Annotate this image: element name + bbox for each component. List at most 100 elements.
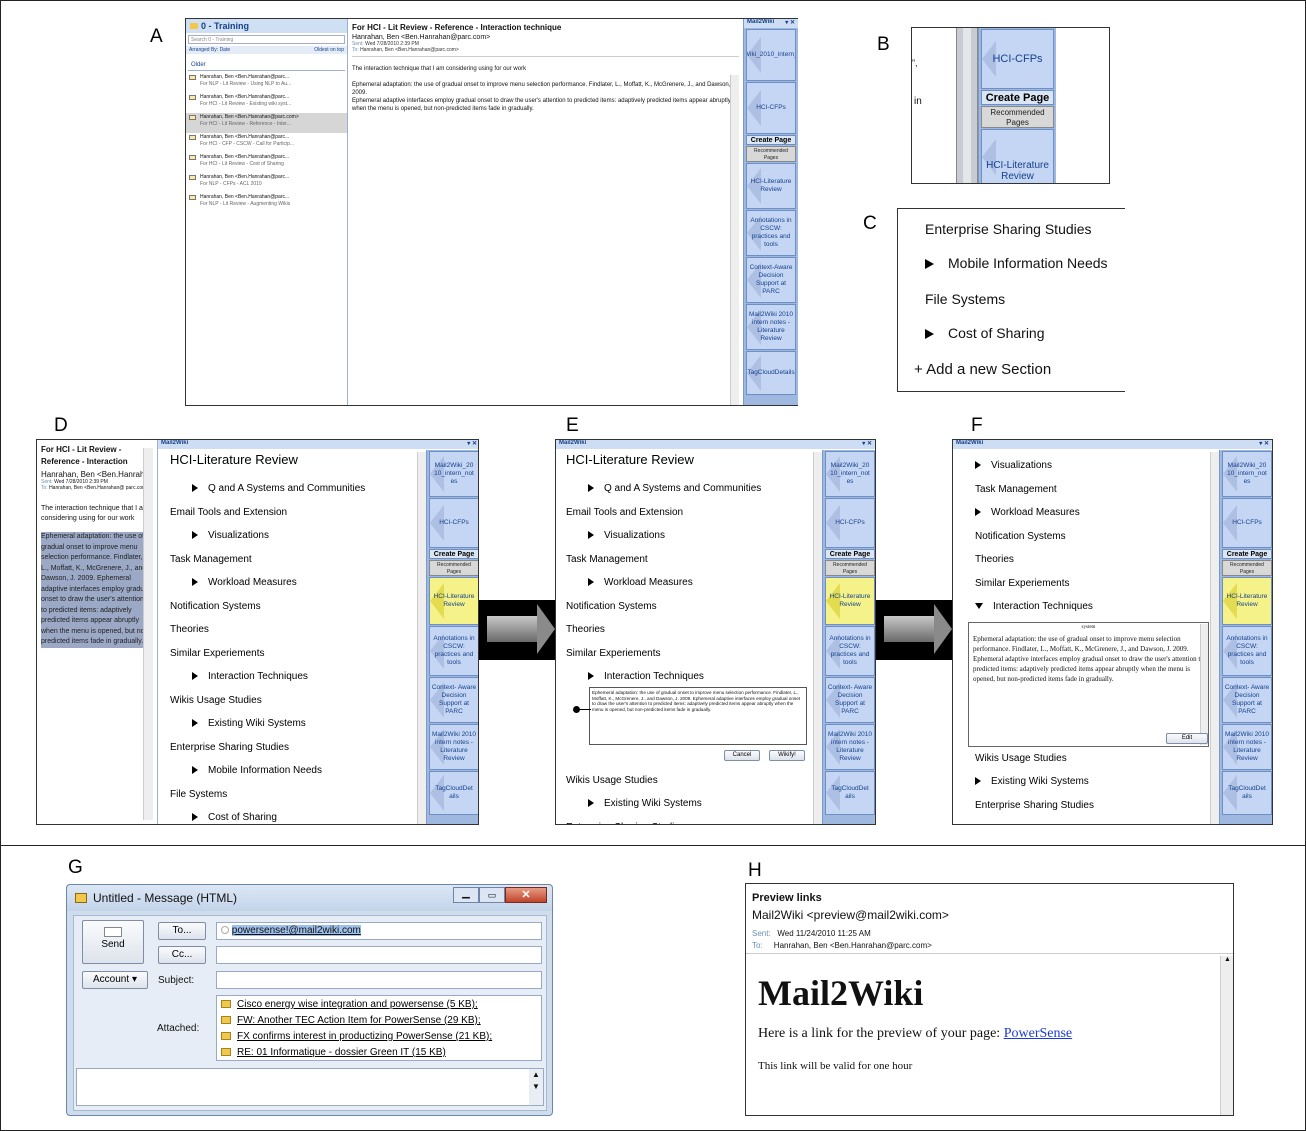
list-item[interactable]: Hanrahan, Ben <Ben.Hanrahan@parc... For H…	[186, 133, 347, 153]
wiki-section[interactable]: Workload Measures	[975, 501, 1205, 525]
sidebar-tile[interactable]: TagCloudDet ails	[1222, 771, 1272, 815]
wiki-section[interactable]: Notification Systems	[170, 595, 420, 619]
add-section-link[interactable]: + Add a new Section	[914, 361, 1051, 378]
cancel-button[interactable]: Cancel	[724, 750, 760, 761]
close-icon[interactable]: ▾ ✕	[467, 440, 477, 449]
attachment-item[interactable]: RE: 01 Informatique - dossier Green IT (…	[221, 1045, 537, 1061]
recommended-pages-button[interactable]: Recommended Pages	[429, 560, 478, 576]
expand-triangle-icon[interactable]	[975, 508, 981, 517]
wiki-section[interactable]: Wikis Usage Studies	[170, 689, 420, 713]
create-page-button[interactable]: Create Page	[981, 90, 1054, 105]
recommended-pages-button[interactable]: Recommended Pages	[1222, 560, 1272, 576]
wiki-section[interactable]: Cost of Sharing	[170, 806, 420, 824]
email-scrollbar[interactable]: ▲	[1220, 956, 1233, 1115]
expand-triangle-icon[interactable]	[975, 777, 981, 786]
arrange-bar[interactable]: Arranged By: Date Oldest on top	[186, 46, 347, 54]
sidebar-tile[interactable]: HCI-Literature Review	[746, 163, 796, 209]
search-input[interactable]: Search 0 - Training	[188, 35, 345, 44]
expand-triangle-icon[interactable]	[588, 672, 594, 681]
expand-triangle-icon[interactable]	[588, 799, 594, 808]
expand-triangle-icon[interactable]	[192, 531, 198, 540]
wiki-section[interactable]: Visualizations	[975, 454, 1205, 478]
body-scrollbar[interactable]: ▲ ▼	[529, 1069, 543, 1105]
expand-triangle-icon[interactable]	[925, 259, 934, 269]
sidebar-tile[interactable]: HCI-Literature Review	[429, 577, 478, 625]
wiki-section[interactable]: Theories	[566, 618, 816, 642]
sidebar-tile[interactable]: Mail2Wiki 2010 intern notes - Literature…	[746, 304, 796, 350]
collapse-triangle-icon[interactable]	[975, 603, 983, 610]
wiki-section[interactable]: Existing Wiki Systems	[975, 770, 1205, 794]
wiki-scrollbar[interactable]	[1210, 452, 1219, 824]
sidebar-tile[interactable]: Mail2Wiki_2010_intern_notes	[746, 29, 796, 81]
maximize-button[interactable]: ▭	[479, 887, 505, 903]
close-button[interactable]: ✕	[505, 887, 547, 903]
wiki-section[interactable]: Task Management	[170, 548, 420, 572]
cc-button[interactable]: Cc...	[158, 946, 206, 964]
wiki-section[interactable]: Interaction Techniques	[566, 665, 816, 689]
section-file-systems[interactable]: File Systems	[925, 291, 1005, 307]
wiki-section[interactable]: Task Management	[566, 548, 816, 572]
wiki-section[interactable]: Mobile Information Needs	[170, 759, 420, 783]
wiki-section[interactable]: Theories	[170, 618, 420, 642]
recommended-pages-button[interactable]: Recommended Pages	[746, 146, 796, 162]
wiki-section[interactable]: Enterprise Sharing Studies	[566, 816, 816, 825]
wiki-scrollbar[interactable]	[417, 452, 426, 824]
wiki-section[interactable]: Q and A Systems and Communities	[566, 477, 816, 501]
expand-triangle-icon[interactable]	[192, 578, 198, 587]
expand-triangle-icon[interactable]	[588, 531, 594, 540]
sidebar-tile[interactable]: Mail2Wiki_20 10_intern_not es	[1222, 451, 1272, 497]
wiki-section[interactable]: Email Tools and Extension	[170, 501, 420, 525]
expand-triangle-icon[interactable]	[192, 484, 198, 493]
expand-triangle-icon[interactable]	[588, 484, 594, 493]
wiki-section[interactable]: File Systems	[170, 783, 420, 807]
sidebar-tile[interactable]: TagCloudDet ails	[429, 771, 478, 815]
wikify-button[interactable]: Wikify!	[769, 750, 805, 761]
list-item[interactable]: Hanrahan, Ben <Ben.Hanrahan@parc... For N…	[186, 173, 347, 193]
wiki-section[interactable]: Interaction Techniques	[975, 595, 1205, 619]
wiki-section[interactable]: Similar Experiements	[975, 572, 1205, 596]
sidebar-tile[interactable]: Context- Aware Decision Support at PARC	[825, 677, 875, 723]
sidebar-tile[interactable]: Annotations in CSCW: practices and tools	[825, 626, 875, 676]
section-mobile-info-needs[interactable]: Mobile Information Needs	[925, 255, 1108, 271]
expand-triangle-icon[interactable]	[925, 329, 934, 339]
wiki-section[interactable]: Notification Systems	[566, 595, 816, 619]
sidebar-tile[interactable]: Context- Aware Decision Support at PARC	[1222, 677, 1272, 723]
sidebar-tile[interactable]: Context-Aware Decision Support at PARC	[746, 257, 796, 303]
minimize-button[interactable]: ▁	[453, 887, 479, 903]
wiki-section[interactable]: Similar Experiements	[170, 642, 420, 666]
cc-field[interactable]	[216, 946, 542, 964]
attachment-item[interactable]: FX confirms interest in productizing Pow…	[221, 1029, 537, 1045]
list-item[interactable]: Hanrahan, Ben <Ben.Hanrahan@parc... For H…	[186, 153, 347, 173]
wiki-section[interactable]: Workload Measures	[170, 571, 420, 595]
wiki-section[interactable]: Notification Systems	[975, 525, 1205, 549]
wiki-section[interactable]: Theories	[975, 548, 1205, 572]
close-icon[interactable]: ▾ ✕	[785, 19, 795, 28]
to-field[interactable]: powersense!@mail2wiki.com	[216, 922, 542, 940]
expand-triangle-icon[interactable]	[588, 578, 594, 587]
list-item[interactable]: Hanrahan, Ben <Ben.Hanrahan@parc... For H…	[186, 93, 347, 113]
wiki-section[interactable]: Workload Measures	[566, 571, 816, 595]
sidebar-tile[interactable]: Annotations in CSCW: practices and tools	[746, 210, 796, 256]
popup-text[interactable]: Ephemeral adaptation: the use of gradual…	[592, 690, 800, 712]
group-header[interactable]: Older	[188, 58, 345, 71]
sidebar-tile[interactable]: HCI-Literature Review	[825, 577, 875, 625]
wiki-section[interactable]: Similar Experiements	[566, 642, 816, 666]
create-page-button[interactable]: Create Page	[825, 549, 875, 559]
sidebar-tile[interactable]: Mail2Wiki_20 10_intern_not es	[825, 451, 875, 497]
expand-triangle-icon[interactable]	[192, 672, 198, 681]
wiki-section[interactable]: Visualizations	[566, 524, 816, 548]
create-page-button[interactable]: Create Page	[1222, 549, 1272, 559]
wiki-section[interactable]: Wikis Usage Studies	[566, 769, 816, 793]
subject-field[interactable]	[216, 971, 542, 989]
preview-link[interactable]: PowerSense	[1004, 1026, 1072, 1041]
sidebar-tile[interactable]: Context- Aware Decision Support at PARC	[429, 677, 478, 723]
sidebar-tile[interactable]: HCI-CFPs	[825, 498, 875, 548]
recommended-pages-button[interactable]: Recommended Pages	[825, 560, 875, 576]
wiki-section[interactable]: Existing Wiki Systems	[170, 712, 420, 736]
list-item[interactable]: Hanrahan, Ben <Ben.Hanrahan@parc.com> For…	[186, 113, 347, 133]
sidebar-tile[interactable]: Mail2Wiki 2010 intern notes - Literature…	[429, 724, 478, 770]
attachment-item[interactable]: Cisco energy wise integration and powers…	[221, 997, 537, 1013]
sidebar-tile[interactable]: HCI-CFPs	[429, 498, 478, 548]
sidebar-tile[interactable]: HCI-CFPs	[746, 82, 796, 134]
create-page-button[interactable]: Create Page	[429, 549, 478, 559]
